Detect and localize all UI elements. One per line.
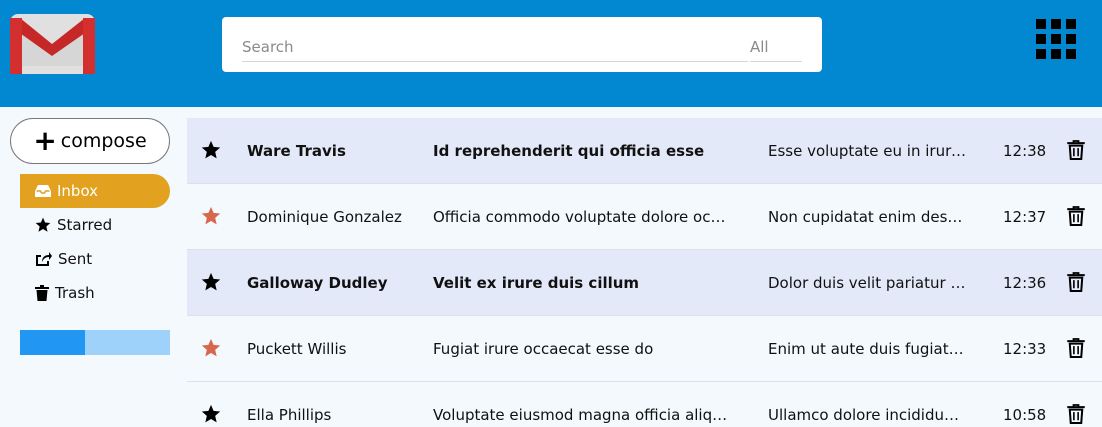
email-time: 10:58 <box>1003 406 1047 424</box>
search-box: All <box>222 17 822 72</box>
star-icon <box>35 217 51 232</box>
inbox-icon <box>35 185 51 197</box>
top-bar: All <box>0 0 1102 107</box>
storage-usage-fill <box>20 330 85 355</box>
email-row[interactable]: Ella Phillips Voluptate eiusmod magna off… <box>187 382 1102 427</box>
email-snippet: Enim ut aute duis fugiat labore <box>768 340 968 358</box>
compose-button[interactable]: + compose <box>10 118 170 164</box>
apps-grid-icon[interactable] <box>1036 19 1076 59</box>
trash-icon <box>35 285 49 301</box>
email-time: 12:38 <box>1003 142 1047 160</box>
email-subject: Velit ex irure duis cillum <box>433 274 640 292</box>
email-time: 12:37 <box>1003 208 1047 226</box>
email-sender: Galloway Dudley <box>247 274 388 292</box>
storage-usage-bar <box>20 330 170 355</box>
star-icon[interactable] <box>201 272 221 292</box>
sidebar-item-label: Sent <box>58 250 93 268</box>
sidebar-item-inbox[interactable]: Inbox <box>20 174 170 208</box>
email-row[interactable]: Ware Travis Id reprehenderit qui officia … <box>187 118 1102 184</box>
sent-icon <box>36 252 52 266</box>
delete-icon[interactable] <box>1067 272 1085 292</box>
sidebar-item-label: Starred <box>57 216 113 234</box>
sidebar-item-starred[interactable]: Starred <box>20 208 170 242</box>
email-sender: Puckett Willis <box>247 340 347 358</box>
sidebar-item-label: Trash <box>55 284 95 302</box>
star-icon[interactable] <box>201 338 221 358</box>
delete-icon[interactable] <box>1067 206 1085 226</box>
email-sender: Ella Phillips <box>247 406 332 424</box>
email-row[interactable]: Puckett Willis Fugiat irure occaecat esse… <box>187 316 1102 382</box>
email-snippet: Dolor duis velit pariatur irure <box>768 274 968 292</box>
delete-icon[interactable] <box>1067 404 1085 424</box>
email-time: 12:33 <box>1003 340 1047 358</box>
email-list: Ware Travis Id reprehenderit qui officia … <box>187 118 1102 427</box>
delete-icon[interactable] <box>1067 338 1085 358</box>
sidebar-item-trash[interactable]: Trash <box>20 276 170 310</box>
email-row[interactable]: Galloway Dudley Velit ex irure duis cillu… <box>187 250 1102 316</box>
sidebar-item-sent[interactable]: Sent <box>20 242 170 276</box>
email-time: 12:36 <box>1003 274 1047 292</box>
star-icon[interactable] <box>201 206 221 226</box>
email-subject: Id reprehenderit qui officia esse <box>433 142 705 160</box>
search-input[interactable] <box>242 32 748 62</box>
star-icon[interactable] <box>201 140 221 160</box>
search-scope-select[interactable]: All <box>750 32 802 62</box>
delete-icon[interactable] <box>1067 140 1085 160</box>
email-subject: Voluptate eiusmod magna officia aliquip <box>433 406 733 424</box>
sidebar-item-label: Inbox <box>57 182 99 200</box>
email-sender: Dominique Gonzalez <box>247 208 402 226</box>
email-sender: Ware Travis <box>247 142 346 160</box>
email-subject: Fugiat irure occaecat esse do <box>433 340 654 358</box>
gmail-logo[interactable] <box>10 14 95 74</box>
email-snippet: Esse voluptate eu in irure sint <box>768 142 968 160</box>
email-snippet: Ullamco dolore incididunt sint <box>768 406 968 424</box>
plus-icon: + <box>33 124 57 157</box>
email-snippet: Non cupidatat enim deserunt <box>768 208 968 226</box>
email-subject: Officia commodo voluptate dolore occaeca… <box>433 208 733 226</box>
email-row[interactable]: Dominique Gonzalez Officia commodo volupt… <box>187 184 1102 250</box>
sidebar: + compose Inbox Starred Sent Trash <box>0 107 186 427</box>
star-icon[interactable] <box>201 404 221 424</box>
compose-label: compose <box>60 130 147 152</box>
